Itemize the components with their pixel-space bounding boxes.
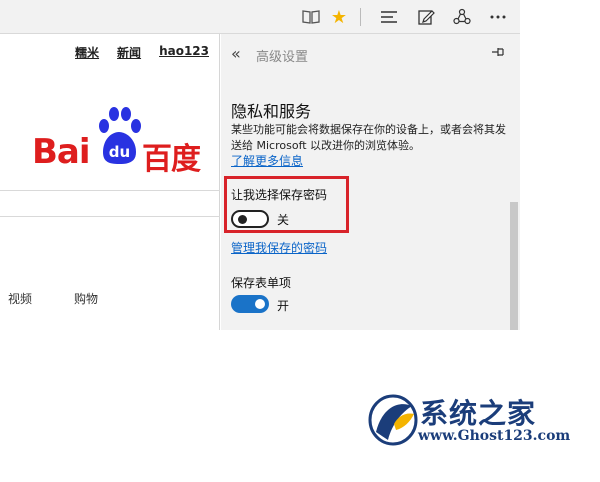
logo-latin: Bai — [32, 132, 91, 172]
toggle-knob — [238, 215, 247, 224]
nav-link-video[interactable]: 视频 — [8, 290, 32, 307]
toolbar-divider — [360, 8, 361, 26]
top-link-hao123[interactable]: hao123 — [159, 44, 209, 61]
baidu-logo[interactable]: Bai du 百度 — [30, 106, 210, 177]
panel-title: 高级设置 — [256, 50, 309, 65]
section-description: 某些功能可能会将数据保存在你的设备上，或者会将其发送给 Microsoft 以改… — [231, 123, 506, 152]
web-page: 糯米 新闻 hao123 Bai du 百度 视频 购物 — [0, 34, 220, 330]
save-passwords-toggle[interactable] — [231, 210, 269, 228]
back-chevron-icon[interactable]: « — [231, 44, 241, 63]
logo-chinese: 百度 — [142, 142, 201, 177]
learn-more-link[interactable]: 了解更多信息 — [231, 152, 303, 169]
section-title: 隐私和服务 — [231, 102, 312, 121]
scrollbar-thumb[interactable] — [510, 202, 518, 330]
web-note-icon[interactable] — [415, 6, 437, 28]
watermark-logo-icon — [368, 394, 418, 446]
top-links: 糯米 新闻 hao123 — [75, 44, 209, 61]
search-box-bottom-edge — [0, 216, 220, 217]
paw-icon: du — [99, 107, 141, 164]
form-entries-label: 保存表单项 — [231, 276, 292, 290]
reading-view-icon[interactable] — [300, 6, 322, 28]
pin-icon[interactable] — [491, 46, 505, 62]
more-icon[interactable] — [487, 6, 509, 28]
nav-link-shopping[interactable]: 购物 — [74, 290, 98, 307]
share-icon[interactable] — [451, 6, 473, 28]
logo-du: du — [109, 143, 130, 161]
search-box-top-edge — [0, 190, 220, 191]
panel-header: « 高级设置 — [221, 34, 520, 74]
favorite-star-icon[interactable]: ★ — [328, 6, 350, 28]
screen: ★ 糯米 新闻 hao123 Bai du 百度 视频 购物 « 高级设置 隐私… — [0, 0, 600, 482]
nav-links: 视频 购物 — [8, 290, 98, 307]
toggle-knob — [255, 299, 265, 309]
save-passwords-label: 让我选择保存密码 — [231, 188, 328, 202]
watermark-title: 系统之家 — [420, 397, 537, 430]
advanced-settings-panel: « 高级设置 隐私和服务 某些功能可能会将数据保存在你的设备上，或者会将其发送给… — [221, 34, 520, 330]
top-link-nuomi[interactable]: 糯米 — [75, 44, 99, 61]
hub-icon[interactable] — [378, 6, 400, 28]
save-passwords-state: 关 — [277, 213, 290, 227]
watermark: 系统之家 www.Ghost123.com — [368, 392, 590, 450]
form-entries-state: 开 — [277, 299, 290, 313]
form-entries-toggle[interactable] — [231, 295, 269, 313]
top-link-news[interactable]: 新闻 — [117, 44, 141, 61]
watermark-url: www.Ghost123.com — [418, 428, 571, 444]
browser-toolbar: ★ — [0, 0, 520, 34]
manage-passwords-link[interactable]: 管理我保存的密码 — [231, 239, 327, 256]
